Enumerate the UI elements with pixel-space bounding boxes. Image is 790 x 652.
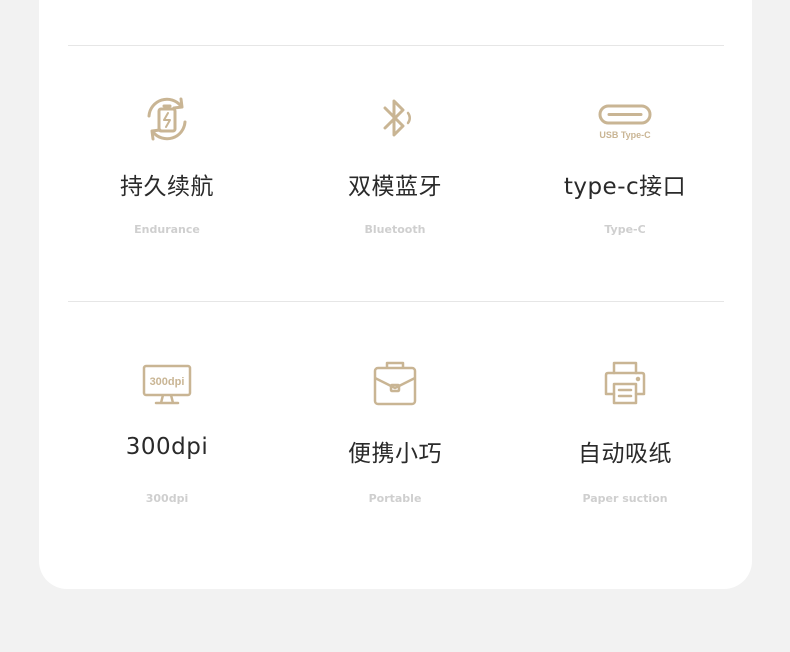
- feature-subtitle: 300dpi: [145, 492, 189, 505]
- feature-portable: 便携小巧 Portable: [295, 0, 495, 560]
- feature-paper-suction: 自动吸纸 Paper suction: [525, 0, 725, 560]
- feature-300dpi: 300dpi 300dpi 300dpi: [67, 0, 267, 560]
- feature-title: 300dpi: [125, 434, 209, 460]
- monitor-300dpi-label: 300dpi: [150, 376, 185, 388]
- feature-subtitle: Paper suction: [582, 492, 668, 505]
- briefcase-icon: [367, 358, 423, 408]
- printer-icon: [597, 358, 653, 408]
- feature-subtitle: Portable: [368, 492, 422, 505]
- feature-title: 自动吸纸: [578, 441, 672, 467]
- monitor-300dpi-icon: 300dpi: [139, 358, 195, 408]
- feature-title: 便携小巧: [348, 441, 442, 467]
